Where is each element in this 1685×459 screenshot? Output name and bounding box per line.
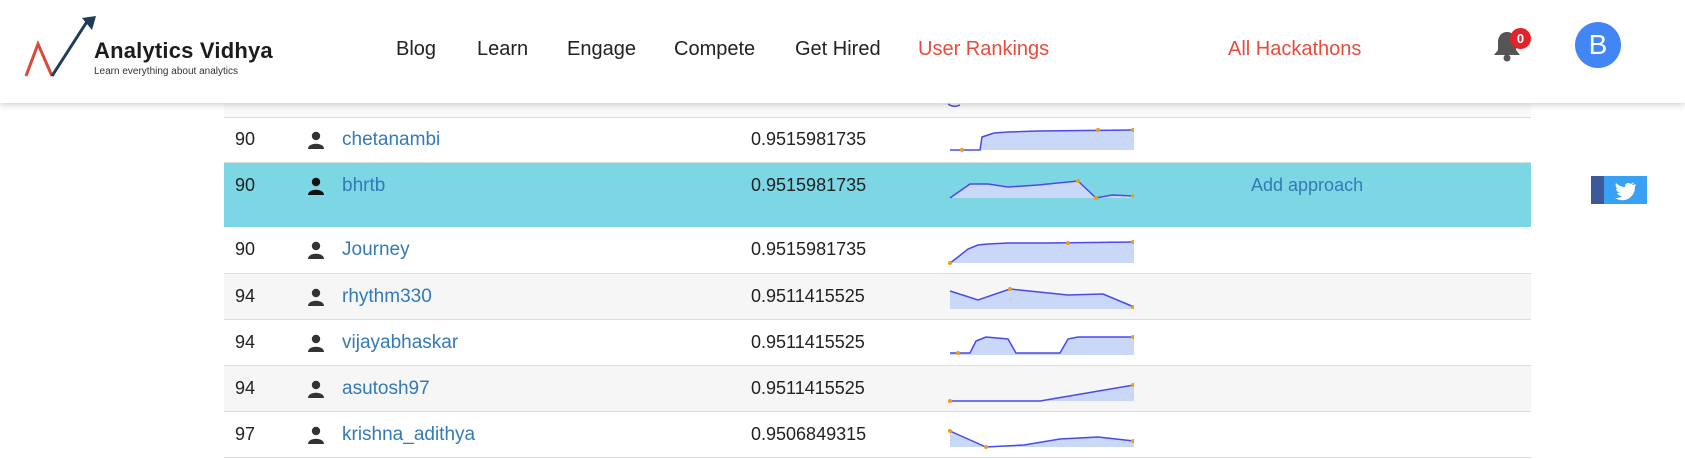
nav-engage[interactable]: Engage xyxy=(567,38,636,61)
username-link[interactable]: vijayabhaskar xyxy=(342,332,458,354)
table-row: 97 krishna_adithya 0.9506849315 xyxy=(224,412,1531,458)
nav-user-rankings[interactable]: User Rankings xyxy=(918,38,1049,61)
user-icon xyxy=(308,380,324,398)
score-cell: 0.9515981735 xyxy=(751,129,867,149)
sparkline xyxy=(948,103,961,108)
nav-learn[interactable]: Learn xyxy=(477,38,528,61)
score-cell: 0.9511415525 xyxy=(751,378,865,398)
score-cell: 0.9511415525 xyxy=(751,332,865,352)
username-link[interactable]: chetanambi xyxy=(342,129,440,151)
score-cell: 0.9511415525 xyxy=(751,286,865,306)
rank-cell: 94 xyxy=(235,378,256,398)
rank-cell: 94 xyxy=(235,286,256,306)
sparkline xyxy=(948,429,1134,449)
logo-arrow-icon xyxy=(24,16,96,77)
username-link[interactable]: asutosh97 xyxy=(342,378,430,400)
nav-blog[interactable]: Blog xyxy=(396,38,436,61)
sparkline xyxy=(949,287,1134,309)
username-link[interactable]: krishna_adithya xyxy=(342,424,475,446)
add-approach-link[interactable]: Add approach xyxy=(1251,175,1363,196)
username-link[interactable]: rhythm330 xyxy=(342,286,432,308)
rank-cell: 94 xyxy=(235,332,256,352)
nav-all-hackathons[interactable]: All Hackathons xyxy=(1228,38,1361,61)
table-row: 94 vijayabhaskar 0.9511415525 xyxy=(224,320,1531,366)
analytics-vidhya-logo[interactable]: Analytics Vidhya Learn everything about … xyxy=(24,16,304,82)
table-row: 94 rhythm330 0.9511415525 xyxy=(224,274,1531,320)
username-link[interactable]: bhrtb xyxy=(342,175,385,197)
user-icon xyxy=(308,288,324,306)
nav-get-hired[interactable]: Get Hired xyxy=(795,38,881,61)
user-icon xyxy=(308,241,324,259)
rank-cell: 90 xyxy=(235,129,256,149)
table-row xyxy=(224,103,1531,118)
user-icon xyxy=(308,334,324,352)
rank-cell: 90 xyxy=(235,175,256,195)
sparkline xyxy=(950,335,1134,355)
user-icon xyxy=(308,131,324,149)
nav-compete[interactable]: Compete xyxy=(674,38,755,61)
rank-cell: 90 xyxy=(235,239,256,259)
sparkline xyxy=(948,240,1134,265)
table-row: 90 chetanambi 0.9515981735 xyxy=(224,117,1531,163)
score-cell: 0.9515981735 xyxy=(751,239,867,259)
sparkline xyxy=(950,128,1134,152)
user-icon xyxy=(308,177,324,195)
user-avatar[interactable]: B xyxy=(1575,22,1621,68)
username-link[interactable]: Journey xyxy=(342,239,410,261)
score-cell: 0.9515981735 xyxy=(751,175,867,195)
twitter-icon xyxy=(1615,182,1636,201)
user-icon xyxy=(308,426,324,444)
logo-name: Analytics Vidhya xyxy=(94,38,273,63)
site-header: Analytics Vidhya Learn everything about … xyxy=(0,0,1685,103)
table-row-highlighted: 90 bhrtb 0.9515981735 Add approach xyxy=(224,163,1531,227)
rank-cell: 97 xyxy=(235,424,256,444)
sparkline xyxy=(948,383,1134,403)
twitter-share-button[interactable] xyxy=(1604,176,1647,204)
notification-count-badge: 0 xyxy=(1510,28,1531,49)
score-cell: 0.9506849315 xyxy=(751,424,867,444)
table-row: 90 Journey 0.9515981735 xyxy=(224,227,1531,274)
sparkline xyxy=(949,179,1134,200)
table-row: 94 asutosh97 0.9511415525 xyxy=(224,366,1531,412)
logo-tagline: Learn everything about analytics xyxy=(94,66,238,77)
